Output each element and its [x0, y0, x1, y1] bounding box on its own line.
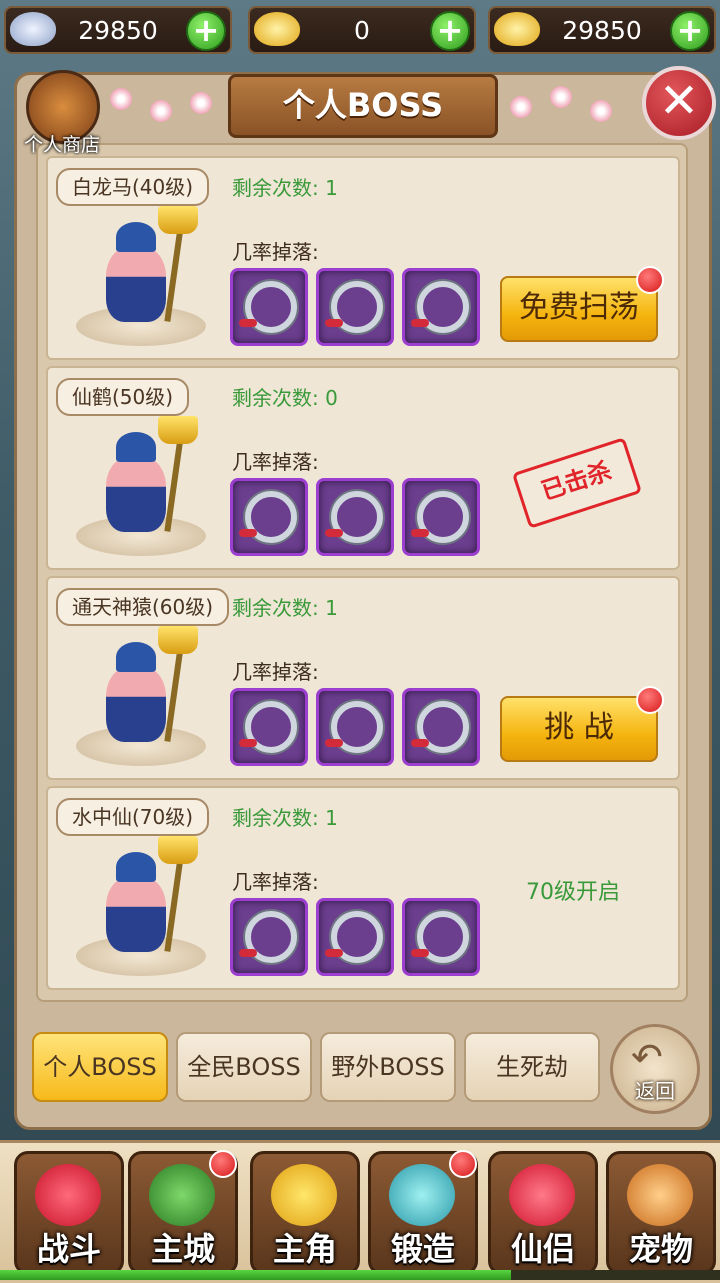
- boss-portrait: [64, 416, 214, 556]
- back-label: 返回: [635, 1079, 675, 1103]
- nav-label: 仙侣: [510, 1230, 575, 1268]
- nav-label: 锻造: [390, 1230, 455, 1268]
- drop-item[interactable]: [316, 898, 394, 976]
- close-button[interactable]: ✕: [642, 66, 716, 140]
- back-button[interactable]: ↶ 返回: [610, 1024, 700, 1114]
- blossom-decoration: [190, 92, 212, 114]
- blossom-decoration: [110, 88, 132, 110]
- drop-item[interactable]: [316, 688, 394, 766]
- boss-card: 仙鹤(50级) 剩余次数: 0 几率掉落: 已击杀: [46, 366, 680, 570]
- drop-item[interactable]: [316, 268, 394, 346]
- drop-item[interactable]: [402, 688, 480, 766]
- drop-item[interactable]: [230, 268, 308, 346]
- drop-label: 几率掉落:: [232, 450, 319, 474]
- hammer-icon: [389, 1164, 455, 1226]
- hero-icon: [271, 1164, 337, 1226]
- personal-shop-button[interactable]: 个人商店: [20, 70, 100, 156]
- add-gold-button[interactable]: +: [430, 11, 470, 51]
- nav-label: 主城: [150, 1230, 215, 1268]
- gold-ingot-icon: [494, 12, 540, 46]
- remaining-count: 剩余次数: 0: [232, 386, 338, 410]
- monkey-icon: [627, 1164, 693, 1226]
- notification-dot: [209, 1150, 237, 1178]
- gold-currency: 0 +: [248, 6, 476, 54]
- panel-title: 个人BOSS: [228, 74, 498, 138]
- drop-item[interactable]: [230, 478, 308, 556]
- back-arrow-icon: ↶: [631, 1035, 663, 1079]
- blossom-decoration: [550, 86, 572, 108]
- boss-portrait: [64, 836, 214, 976]
- nav-label: 战斗: [36, 1230, 101, 1268]
- tab-personal-boss[interactable]: 个人BOSS: [32, 1032, 168, 1102]
- nav-pet[interactable]: 宠物: [606, 1151, 716, 1275]
- challenge-button[interactable]: 挑 战: [500, 696, 658, 762]
- bottom-nav: 战斗 主城 主角 锻造 仙侣 宠物: [0, 1140, 720, 1283]
- boss-card: 水中仙(70级) 剩余次数: 1 几率掉落: 70级开启: [46, 786, 680, 990]
- boss-name: 水中仙(70级): [56, 798, 210, 836]
- tab-field-boss[interactable]: 野外BOSS: [320, 1032, 456, 1102]
- battle-icon: [35, 1164, 101, 1226]
- boss-card: 白龙马(40级) 剩余次数: 1 几率掉落: 免费扫荡: [46, 156, 680, 360]
- drop-label: 几率掉落:: [232, 870, 319, 894]
- heart-icon: [509, 1164, 575, 1226]
- boss-name: 通天神猿(60级): [56, 588, 230, 626]
- exp-progress-bar: [0, 1270, 720, 1280]
- boss-name: 仙鹤(50级): [56, 378, 190, 416]
- notification-dot: [449, 1150, 477, 1178]
- drop-item[interactable]: [402, 268, 480, 346]
- notification-dot: [636, 266, 664, 294]
- remaining-count: 剩余次数: 1: [232, 596, 338, 620]
- boss-portrait: [64, 206, 214, 346]
- unlock-level-text: 70级开启: [526, 880, 620, 905]
- remaining-count: 剩余次数: 1: [232, 176, 338, 200]
- boss-card: 通天神猿(60级) 剩余次数: 1 几率掉落: 挑 战: [46, 576, 680, 780]
- drop-label: 几率掉落:: [232, 240, 319, 264]
- notification-dot: [636, 686, 664, 714]
- gold-ingot-icon: [254, 12, 300, 46]
- silver-amount: 29850: [78, 16, 158, 45]
- bound-gold-currency: 29850 +: [488, 6, 716, 54]
- silver-currency: 29850 +: [4, 6, 232, 54]
- nav-battle[interactable]: 战斗: [14, 1151, 124, 1275]
- drop-item[interactable]: [230, 898, 308, 976]
- add-silver-button[interactable]: +: [186, 11, 226, 51]
- close-icon: ✕: [658, 73, 700, 129]
- nav-main-city[interactable]: 主城: [128, 1150, 238, 1275]
- bound-gold-amount: 29850: [562, 16, 642, 45]
- silver-ingot-icon: [10, 12, 56, 46]
- shop-label: 个人商店: [23, 134, 100, 156]
- killed-stamp: 已击杀: [511, 437, 643, 529]
- drop-item[interactable]: [402, 898, 480, 976]
- boss-name: 白龙马(40级): [56, 168, 210, 206]
- boss-portrait: [64, 626, 214, 766]
- add-bound-gold-button[interactable]: +: [670, 11, 710, 51]
- drop-item[interactable]: [230, 688, 308, 766]
- blossom-decoration: [150, 100, 172, 122]
- remaining-count: 剩余次数: 1: [232, 806, 338, 830]
- nav-hero[interactable]: 主角: [250, 1151, 360, 1275]
- blossom-decoration: [590, 100, 612, 122]
- free-sweep-button[interactable]: 免费扫荡: [500, 276, 658, 342]
- nav-label: 宠物: [628, 1230, 693, 1268]
- nav-companion[interactable]: 仙侣: [488, 1151, 598, 1275]
- city-icon: [149, 1164, 215, 1226]
- exp-progress-fill: [0, 1270, 512, 1280]
- nav-label: 主角: [272, 1230, 337, 1268]
- drop-item[interactable]: [316, 478, 394, 556]
- tab-life-death[interactable]: 生死劫: [464, 1032, 600, 1102]
- tab-world-boss[interactable]: 全民BOSS: [176, 1032, 312, 1102]
- gold-amount: 0: [354, 16, 370, 45]
- nav-forge[interactable]: 锻造: [368, 1150, 478, 1275]
- drop-label: 几率掉落:: [232, 660, 319, 684]
- blossom-decoration: [510, 96, 532, 118]
- drop-item[interactable]: [402, 478, 480, 556]
